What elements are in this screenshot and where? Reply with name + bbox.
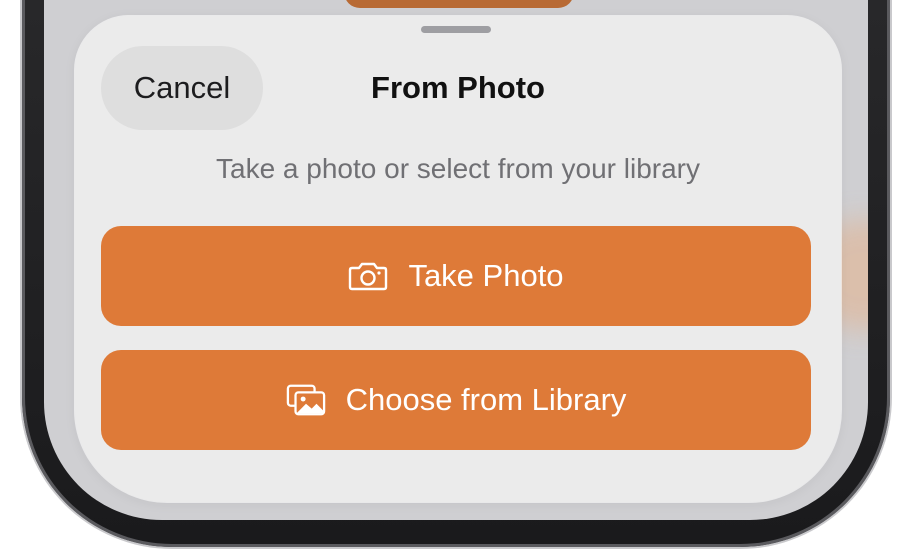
take-photo-label: Take Photo [408,258,564,293]
background-button [344,0,574,8]
take-photo-button[interactable]: Take Photo [101,226,811,326]
sheet-grabber[interactable] [421,26,491,33]
sheet-title: From Photo [371,70,545,105]
choose-from-library-button[interactable]: Choose from Library [101,350,811,450]
sheet-subtitle: Take a photo or select from your library [216,153,700,184]
photo-library-icon [286,383,326,417]
photo-source-sheet: Cancel From Photo Take a photo or select… [75,16,841,502]
screen: Cancel From Photo Take a photo or select… [0,0,912,555]
camera-icon [348,259,388,293]
choose-from-library-label: Choose from Library [345,382,627,417]
